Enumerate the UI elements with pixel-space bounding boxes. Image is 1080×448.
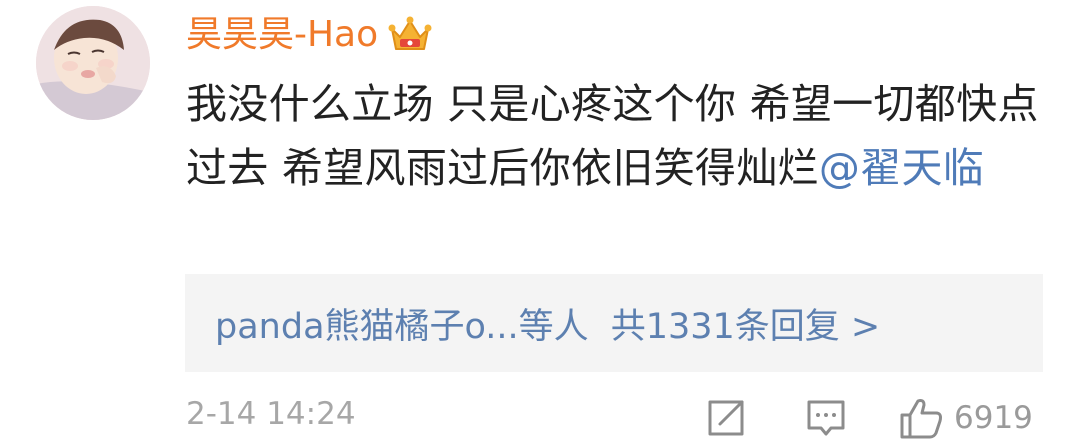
timestamp: 2-14 14:24 [186,396,356,432]
crown-icon[interactable] [386,15,434,55]
avatar[interactable] [36,6,150,120]
thumbs-up-icon [900,399,942,439]
username[interactable]: 昊昊昊-Hao [186,6,378,64]
like-count: 6919 [954,400,1033,436]
reply-icon [807,400,845,436]
replies-count: 共1331条回复 > [610,306,881,347]
share-icon [708,400,744,436]
comment-meta: 2-14 14:24 6919 [186,394,1046,448]
comment-text: 我没什么立场 只是心疼这个你 希望一切都快点过去 希望风雨过后你依旧笑得灿烂@翟… [186,72,1046,200]
like-button[interactable]: 6919 [898,394,1033,442]
replies-summary: panda熊猫橘子o...等人 [215,306,589,347]
username-row: 昊昊昊-Hao [186,6,434,64]
mention-link[interactable]: @翟天临 [819,144,984,192]
reply-button[interactable] [804,394,848,442]
replies-link[interactable]: panda熊猫橘子o...等人 共1331条回复 > [215,298,880,349]
comment-card: 昊昊昊-Hao 我没什么立场 只是心疼这个你 希望一切都快点过去 希望风雨过后你… [0,0,1080,448]
share-button[interactable] [704,394,748,442]
replies-preview[interactable]: panda熊猫橘子o...等人 共1331条回复 > [185,274,1043,372]
